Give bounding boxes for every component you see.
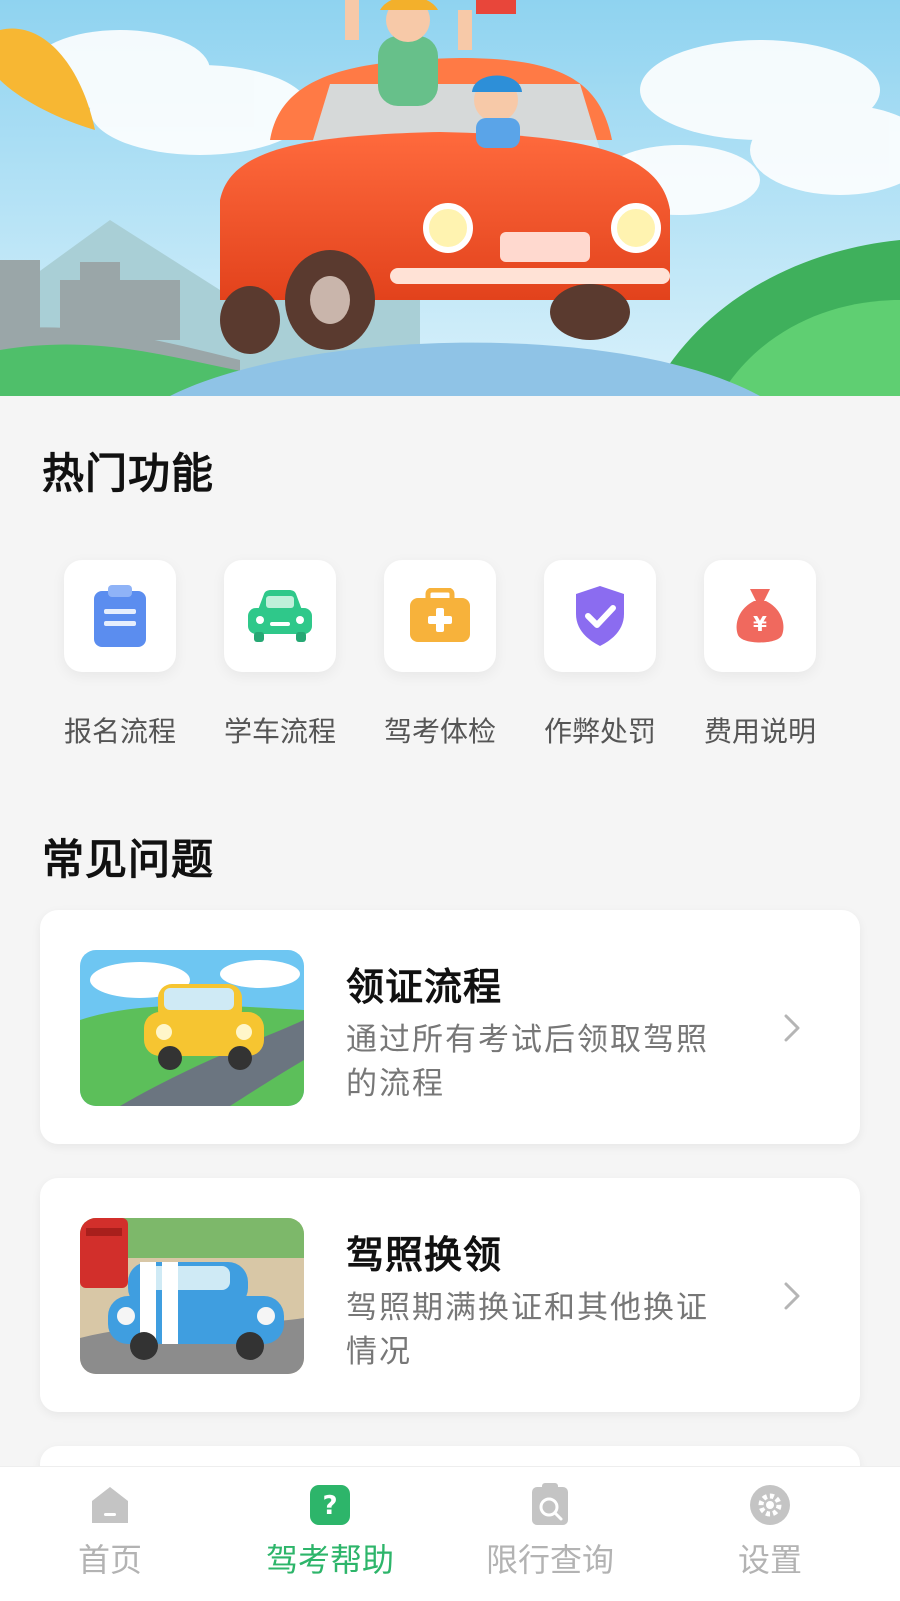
clipboard-icon [94,585,146,647]
feature-driving-medical-exam[interactable]: 驾考体检 [360,560,520,760]
chevron-right-icon [784,1282,800,1310]
tab-label: 设置 [737,1541,802,1579]
help-icon: ? [310,1485,350,1525]
hot-features-grid: 报名流程 学车流程 驾考体检 作弊处罚 ¥ 费用说明 [0,560,900,760]
feature-registration-process[interactable]: 报名流程 [40,560,200,760]
feature-tile [544,560,656,672]
card-description: 驾照期满换证和其他换证情况 [346,1290,709,1370]
tab-label: 限行查询 [485,1541,614,1579]
feature-driving-study-process[interactable]: 学车流程 [200,560,360,760]
hot-features-title: 热门功能 [42,449,215,498]
feature-cheating-penalty[interactable]: 作弊处罚 [520,560,680,760]
feature-label: 报名流程 [63,715,176,748]
feature-label: 作弊处罚 [543,715,656,748]
feature-tile [64,560,176,672]
feature-tile: ¥ [704,560,816,672]
money-bag-icon: ¥ [736,589,784,643]
tab-driving-help[interactable]: ? 驾考帮助 [230,1467,430,1601]
yellow-car-illustration [80,950,304,1106]
hero-illustration [0,0,900,396]
faq-title: 常见问题 [42,835,215,884]
blue-car-illustration [80,1218,304,1374]
feature-tile [384,560,496,672]
feature-fee-explanation[interactable]: ¥ 费用说明 [680,560,840,760]
home-icon [92,1487,128,1523]
card-title: 驾照换领 [346,1233,503,1277]
chevron-right-icon [784,1014,800,1042]
bottom-tab-bar: 首页 ? 驾考帮助 限行查询 设置 [0,1466,900,1601]
medical-kit-icon [410,588,470,642]
faq-card-license-renewal[interactable]: 驾照换领 驾照期满换证和其他换证情况 [40,1178,860,1412]
gear-icon [750,1485,790,1525]
tab-settings[interactable]: 设置 [670,1467,870,1601]
faq-card-license-collection[interactable]: 领证流程 通过所有考试后领取驾照的流程 [40,910,860,1144]
yen-symbol: ¥ [753,612,767,636]
help-question-mark: ? [322,1491,337,1521]
tab-label: 首页 [77,1541,142,1579]
feature-label: 学车流程 [223,715,336,748]
search-document-icon [532,1483,568,1525]
shield-check-icon [576,586,624,646]
hero-banner [0,0,900,396]
card-thumbnail [80,950,304,1106]
car-icon [248,590,312,642]
feature-label: 费用说明 [703,715,816,748]
feature-tile [224,560,336,672]
card-thumbnail [80,1218,304,1374]
tab-traffic-restriction[interactable]: 限行查询 [450,1467,650,1601]
tab-label: 驾考帮助 [265,1541,394,1579]
card-title: 领证流程 [346,965,503,1009]
card-description: 通过所有考试后领取驾照的流程 [346,1022,709,1102]
feature-label: 驾考体检 [383,715,496,748]
tab-home[interactable]: 首页 [10,1467,210,1601]
